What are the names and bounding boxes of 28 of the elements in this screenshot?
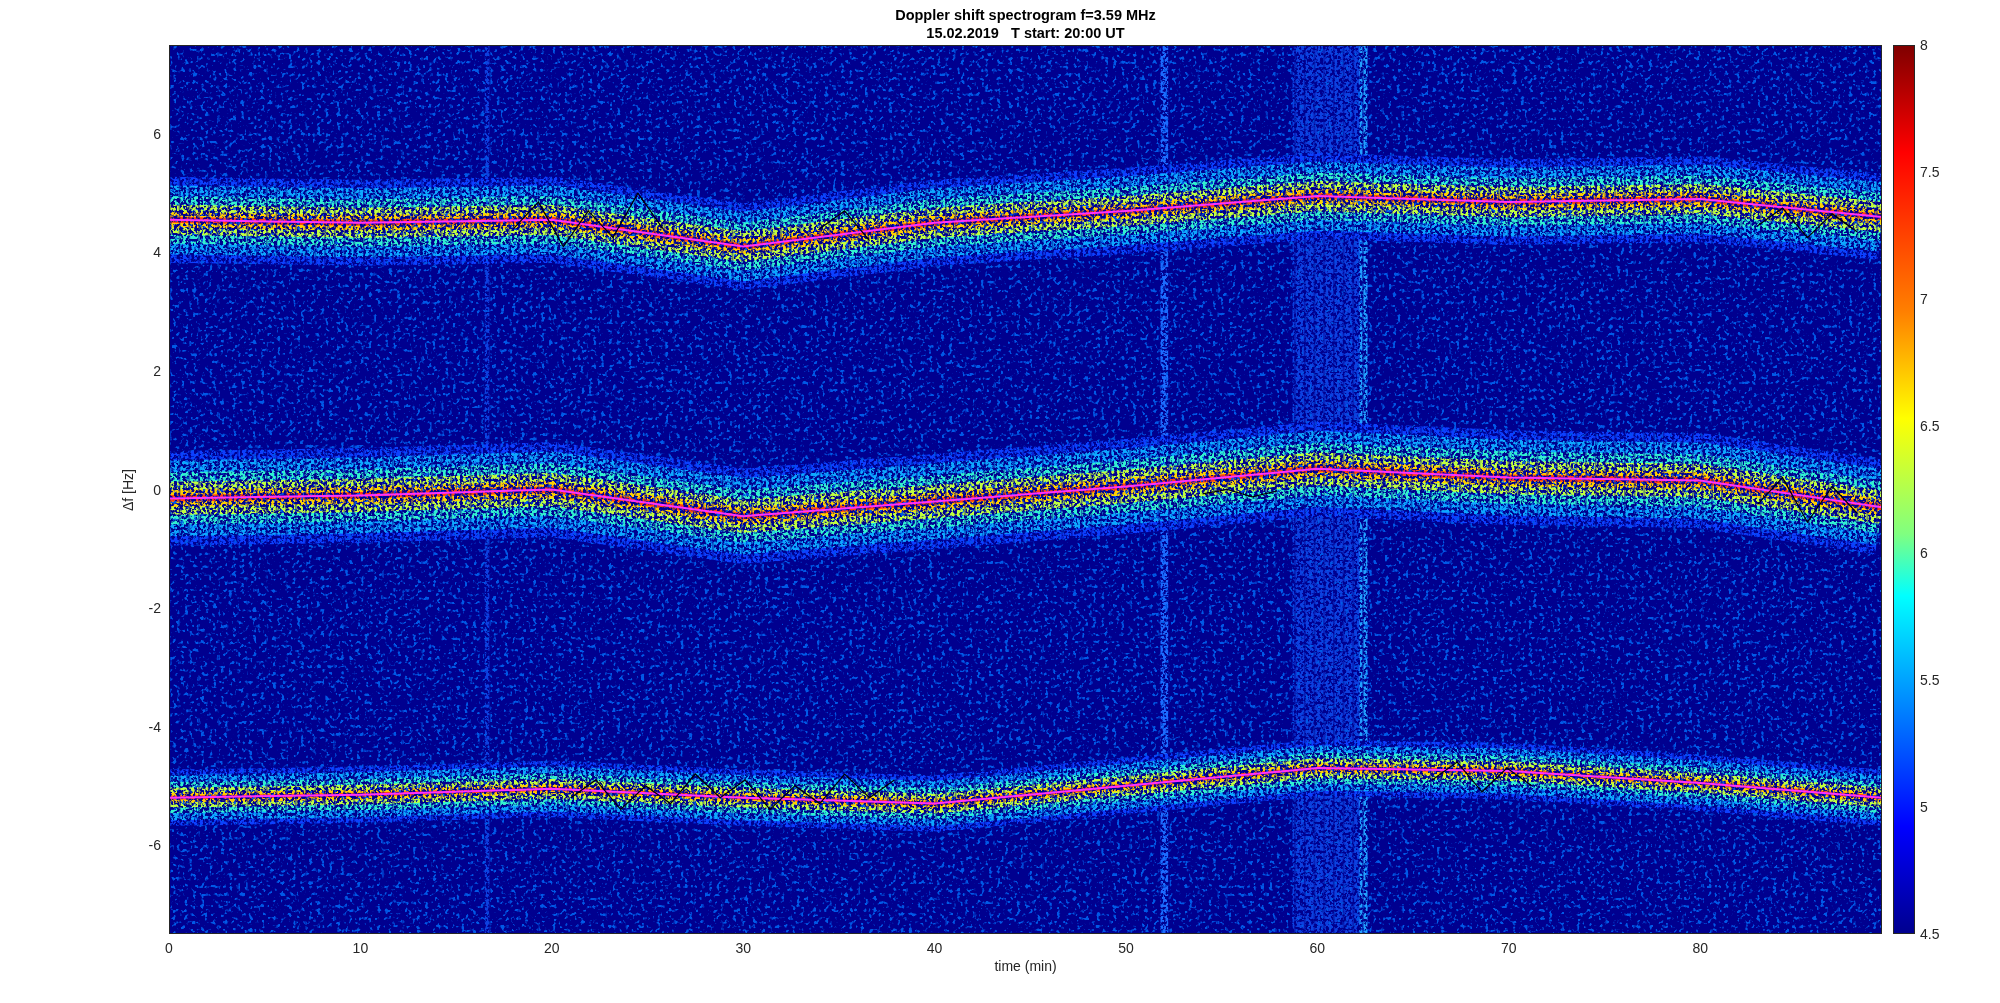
y-axis-label: Δf [Hz] xyxy=(120,468,136,511)
x-tick-label: 80 xyxy=(1692,940,1708,956)
x-tick-label: 10 xyxy=(352,940,369,956)
x-tick-label: 0 xyxy=(165,940,173,956)
colorbar-tick-label: 5.5 xyxy=(1920,672,1940,688)
chart-subtitle: 15.02.2019 T start: 20:00 UT xyxy=(926,24,1125,42)
x-tick-label: 50 xyxy=(1118,940,1134,956)
y-tick-label: 4 xyxy=(153,244,161,261)
y-tick-label: -2 xyxy=(148,600,161,617)
x-axis-label: time (min) xyxy=(994,958,1057,974)
x-tick-label: 20 xyxy=(544,940,560,956)
x-tick-label: 40 xyxy=(926,940,943,956)
x-tick-label: 60 xyxy=(1309,940,1326,956)
chart-title: Doppler shift spectrogram f=3.59 MHz xyxy=(895,6,1156,24)
x-tick-label: 70 xyxy=(1501,940,1517,956)
y-tick-label: 6 xyxy=(153,125,161,142)
x-tick-label: 30 xyxy=(735,940,751,956)
y-tick-label: -4 xyxy=(148,718,161,735)
colorbar-tick-label: 5 xyxy=(1920,799,1928,815)
y-tick-label: 2 xyxy=(153,362,161,379)
y-tick-label: -6 xyxy=(148,837,161,854)
colorbar-tick-label: 4.5 xyxy=(1920,926,1940,942)
colorbar-tick-label: 6.5 xyxy=(1920,418,1940,434)
y-tick-label: 0 xyxy=(153,481,161,498)
colorbar-tick-label: 6 xyxy=(1920,545,1928,561)
colorbar-tick-label: 8 xyxy=(1920,37,1928,53)
colorbar-tick-label: 7 xyxy=(1920,291,1928,307)
colorbar-tick-label: 7.5 xyxy=(1920,164,1940,180)
